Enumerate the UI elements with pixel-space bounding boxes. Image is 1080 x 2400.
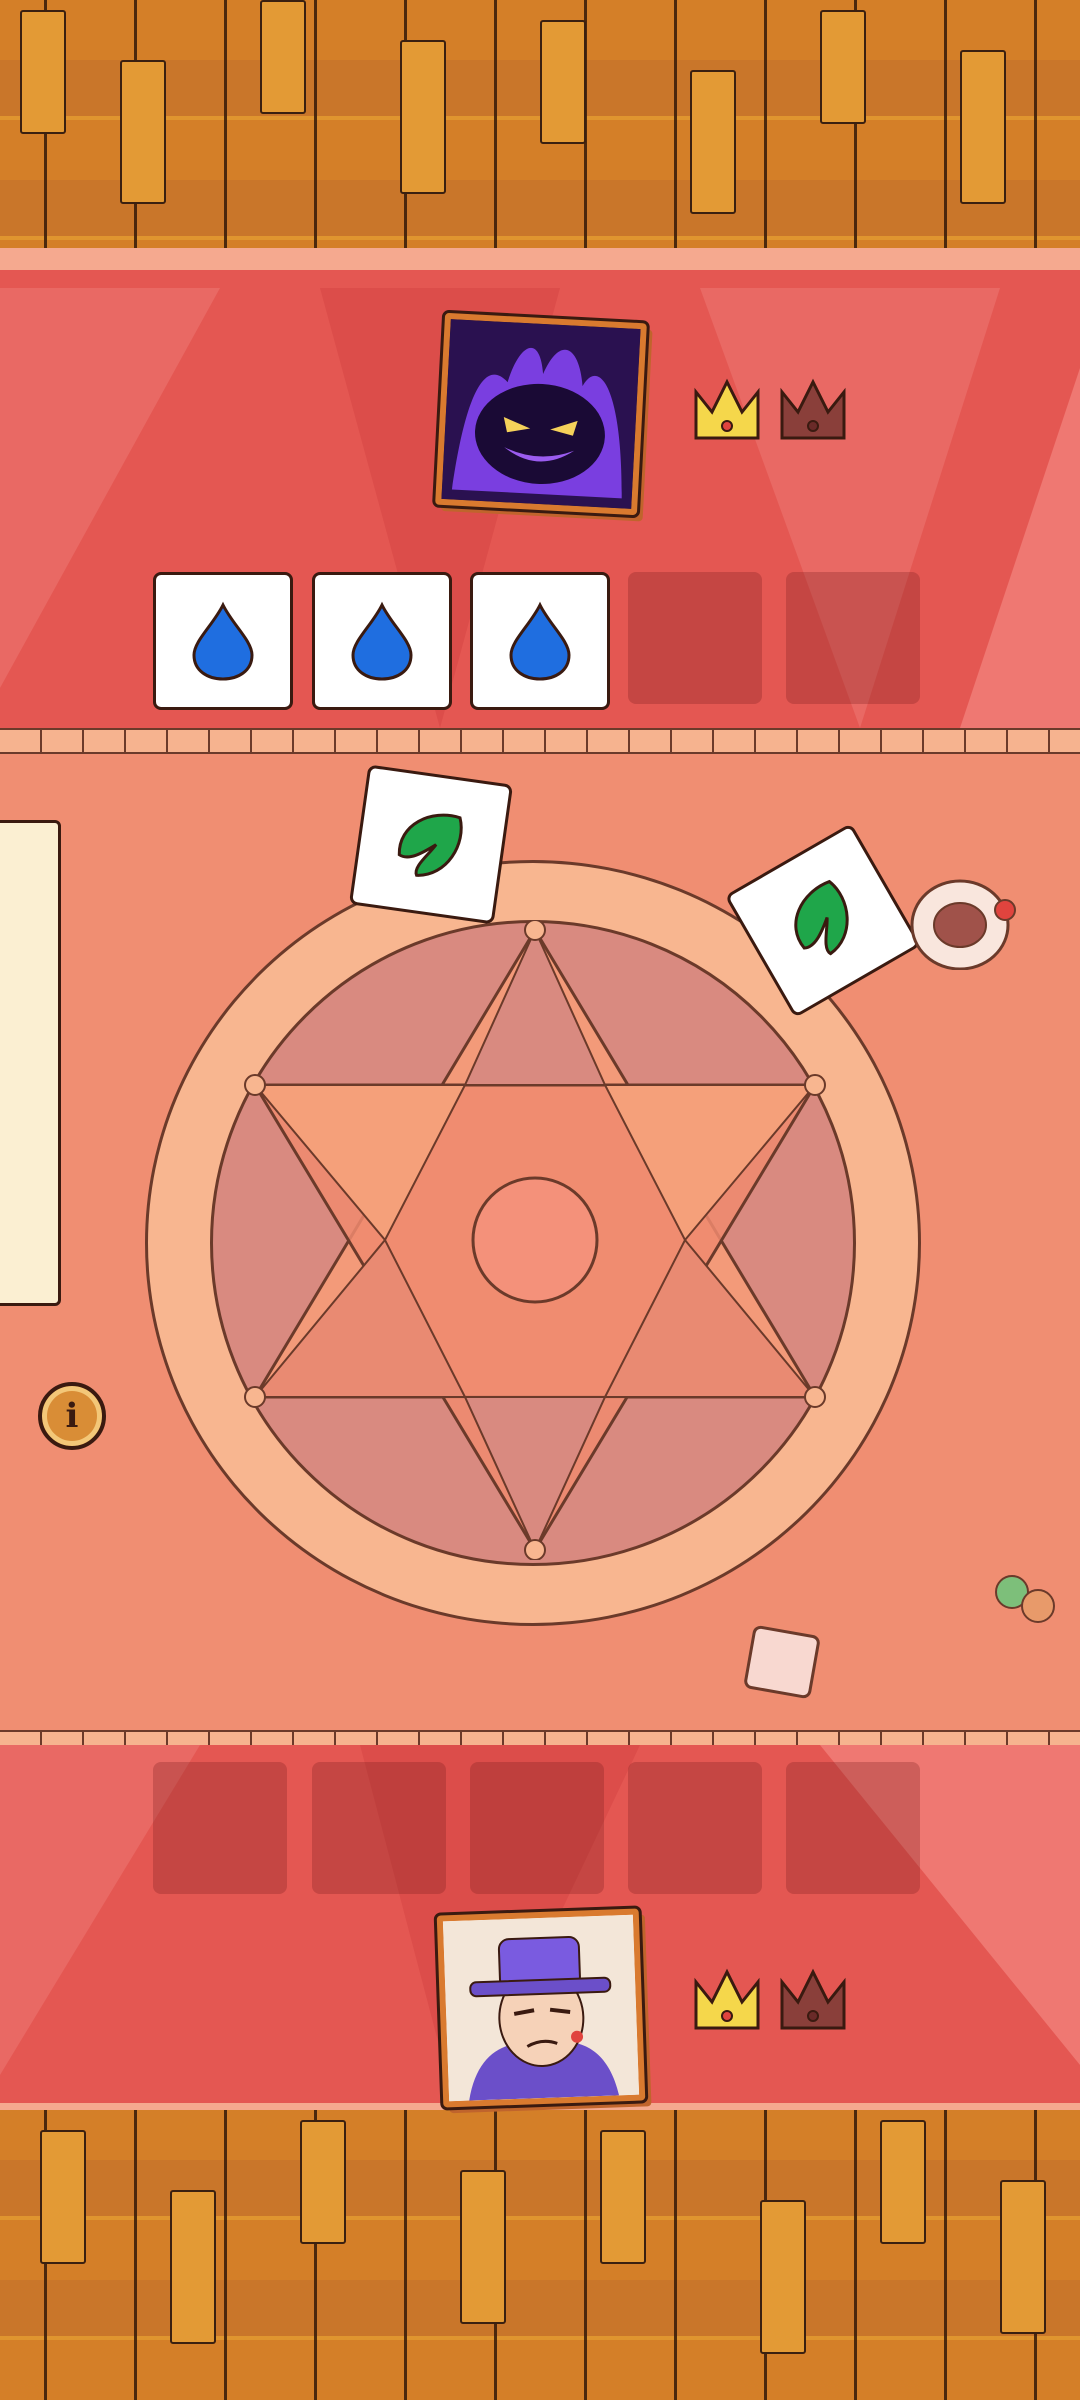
opponent-card-slot-empty: [628, 572, 762, 704]
player-card-slot-empty[interactable]: [153, 1762, 287, 1894]
coins-icon: [995, 1575, 1055, 1623]
purple-hat-wizard-icon: [442, 1914, 640, 2102]
opponent-card-water[interactable]: [153, 572, 293, 710]
water-drop-icon: [351, 601, 413, 681]
player-portrait[interactable]: [436, 1908, 646, 2108]
opponent-card-slot-empty: [786, 572, 920, 704]
arena-rail-top: [0, 728, 1080, 754]
teacup-icon: [910, 879, 1016, 970]
player-crown-won-icon: [692, 1968, 762, 2034]
opponent-portrait[interactable]: [435, 312, 647, 516]
player-crown-empty-icon: [778, 1968, 848, 2034]
info-icon: i: [65, 1396, 79, 1436]
water-drop-icon: [509, 601, 571, 681]
player-card-slot-empty[interactable]: [786, 1762, 920, 1894]
shadow-monster-icon: [441, 319, 641, 509]
opponent-card-water[interactable]: [470, 572, 610, 710]
hexagram-board[interactable]: [210, 920, 850, 1560]
leaf-icon: [397, 813, 463, 877]
scroll-panel[interactable]: [0, 820, 61, 1306]
sugar-cube-icon: [742, 1624, 822, 1700]
opponent-card-water[interactable]: [312, 572, 452, 710]
info-button[interactable]: i: [38, 1382, 106, 1450]
water-drop-icon: [192, 601, 254, 681]
player-card-slot-empty[interactable]: [312, 1762, 446, 1894]
opponent-crown-won-icon: [692, 378, 762, 444]
player-card-slot-empty[interactable]: [470, 1762, 604, 1894]
board-card-leaf[interactable]: [348, 764, 514, 925]
player-card-slot-empty[interactable]: [628, 1762, 762, 1894]
leaf-icon: [794, 879, 849, 956]
wood-floor-bottom: [0, 2110, 1080, 2400]
opponent-crown-empty-icon: [778, 378, 848, 444]
